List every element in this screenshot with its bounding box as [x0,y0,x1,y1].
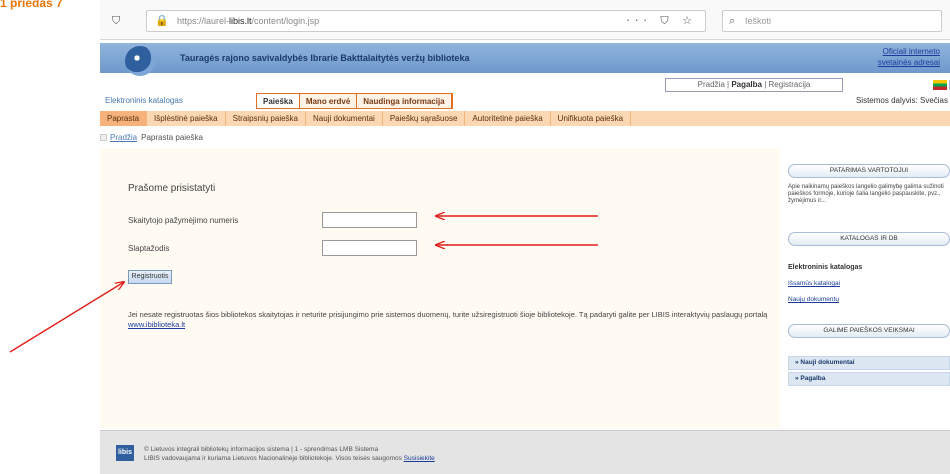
sidebar-link-catalogs[interactable]: Išsamūs katalogai [788,280,840,287]
search-icon: ⌕ [729,14,736,27]
password-input[interactable] [322,240,417,256]
footer-line-2: LIBIS vadovaujama ir kuriama Lietuvos Na… [144,455,402,462]
browser-toolbar: ⛉ 🔒 https://laurel-libis.lt/content/logi… [100,0,950,40]
search-placeholder: Ieškoti [745,16,772,26]
home-link[interactable]: Pradžia [698,80,725,89]
sidebar-link-new-docs[interactable]: Naujų dokumentų [788,296,839,303]
browser-search-input[interactable]: ⌕ Ieškoti [722,10,942,32]
header-link-addresses[interactable]: svetainės adresai [878,57,940,68]
login-note-text: Jei nesate registruotas šios bibliotekos… [128,310,768,319]
reader-number-input[interactable] [322,212,417,228]
subnav-authority[interactable]: Autoritetinė paieška [465,111,551,126]
sidebar-tip-text: Apie naikinamų paieškos langelio galimyb… [788,184,944,204]
footer-text: © Lietuvos integrali bibliotekų informac… [144,445,435,463]
register-button[interactable]: Registruotis [128,270,172,284]
password-label: Slaptažodis [128,244,170,253]
shield-icon[interactable]: ⛉ [112,14,120,28]
help-link[interactable]: Pagalba [731,80,762,89]
tab-my-space[interactable]: Mano erdvė [299,94,358,108]
register-link[interactable]: Registracija [769,80,811,89]
main-nav: Elektroninis katalogas Paieška Mano erdv… [100,93,950,109]
search-subnav: Paprasta Išplėstinė paieška Straipsnių p… [100,111,950,126]
lithuanian-flag-icon[interactable] [933,80,947,90]
subnav-unified[interactable]: Unifikuota paieška [551,111,632,126]
catalog-link[interactable]: Elektroninis katalogas [105,96,183,105]
libis-logo: libis [116,445,134,461]
header-links: Oficiali interneto svetainės adresai [878,46,940,68]
login-note: Jei nesate registruotas šios bibliotekos… [128,310,768,330]
subnav-simple[interactable]: Paprasta [100,111,148,126]
page-actions-icon[interactable]: ··· ⛉ ☆ [626,14,697,28]
subnav-articles[interactable]: Straipsnių paieška [226,111,306,126]
participant-status: Sistemos dalyvis: Svečias [855,96,948,105]
subnav-new-docs[interactable]: Nauji dokumentai [306,111,383,126]
sidebar-actions-header: GALIME PAIEŠKOS VEIKSMAI [788,324,950,338]
sidebar: PATARIMAS VARTOTOJUI Apie naikinamų paie… [788,160,950,430]
login-panel: Prašome prisistatyti Skaitytojo pažymėji… [100,148,780,428]
sidebar-help-bar[interactable]: » Pagalba [788,372,950,386]
sidebar-new-docs-bar[interactable]: » Nauji dokumentai [788,356,950,370]
breadcrumb-current: Paprasta paieška [141,133,203,142]
lock-icon[interactable]: 🔒 [155,14,169,27]
footer-line-1: © Lietuvos integrali bibliotekų informac… [144,446,379,453]
main-tabs: Paieška Mano erdvė Naudinga informacija [256,93,453,109]
sidebar-tip-header: PATARIMAS VARTOTOJUI [788,164,950,178]
corner-label: 1 priedas 7 [0,0,63,10]
url-text[interactable]: https://laurel-libis.lt/content/login.js… [177,16,319,26]
header-link-official[interactable]: Oficiali interneto [878,46,940,57]
footer: libis © Lietuvos integrali bibliotekų in… [100,430,950,474]
browser-window: ⛉ 🔒 https://laurel-libis.lt/content/logi… [100,0,950,474]
subnav-advanced[interactable]: Išplėstinė paieška [147,111,226,126]
sidebar-catalog-title: Elektroninis katalogas [788,264,863,271]
reader-number-label: Skaitytojo pažymėjimo numeris [128,216,239,225]
top-links: Pradžia | Pagalba | Registracija [665,78,843,92]
site-logo[interactable] [125,46,155,76]
ibiblioteka-link[interactable]: www.ibiblioteka.lt [128,320,185,329]
subnav-lists[interactable]: Paieškų sąrašuose [383,111,466,126]
breadcrumb: Pradžia Paprasta paieška [100,133,203,142]
screenshot-page: 1 priedas 7 ⛉ 🔒 https://laurel-libis.lt/… [0,0,950,474]
login-prompt: Prašome prisistatyti [128,183,216,194]
tab-useful-info[interactable]: Naudinga informacija [357,94,452,108]
footer-contact-link[interactable]: Susisiekite [404,455,435,462]
tab-search[interactable]: Paieška [257,94,300,108]
breadcrumb-home[interactable]: Pradžia [110,133,137,142]
address-bar[interactable]: 🔒 https://laurel-libis.lt/content/login.… [146,10,706,32]
breadcrumb-icon [100,134,107,142]
sidebar-catalog-header: KATALOGAS IR DB [788,232,950,246]
site-title: Tauragės rajono savivaldybės Ibrarie Bak… [180,53,470,63]
